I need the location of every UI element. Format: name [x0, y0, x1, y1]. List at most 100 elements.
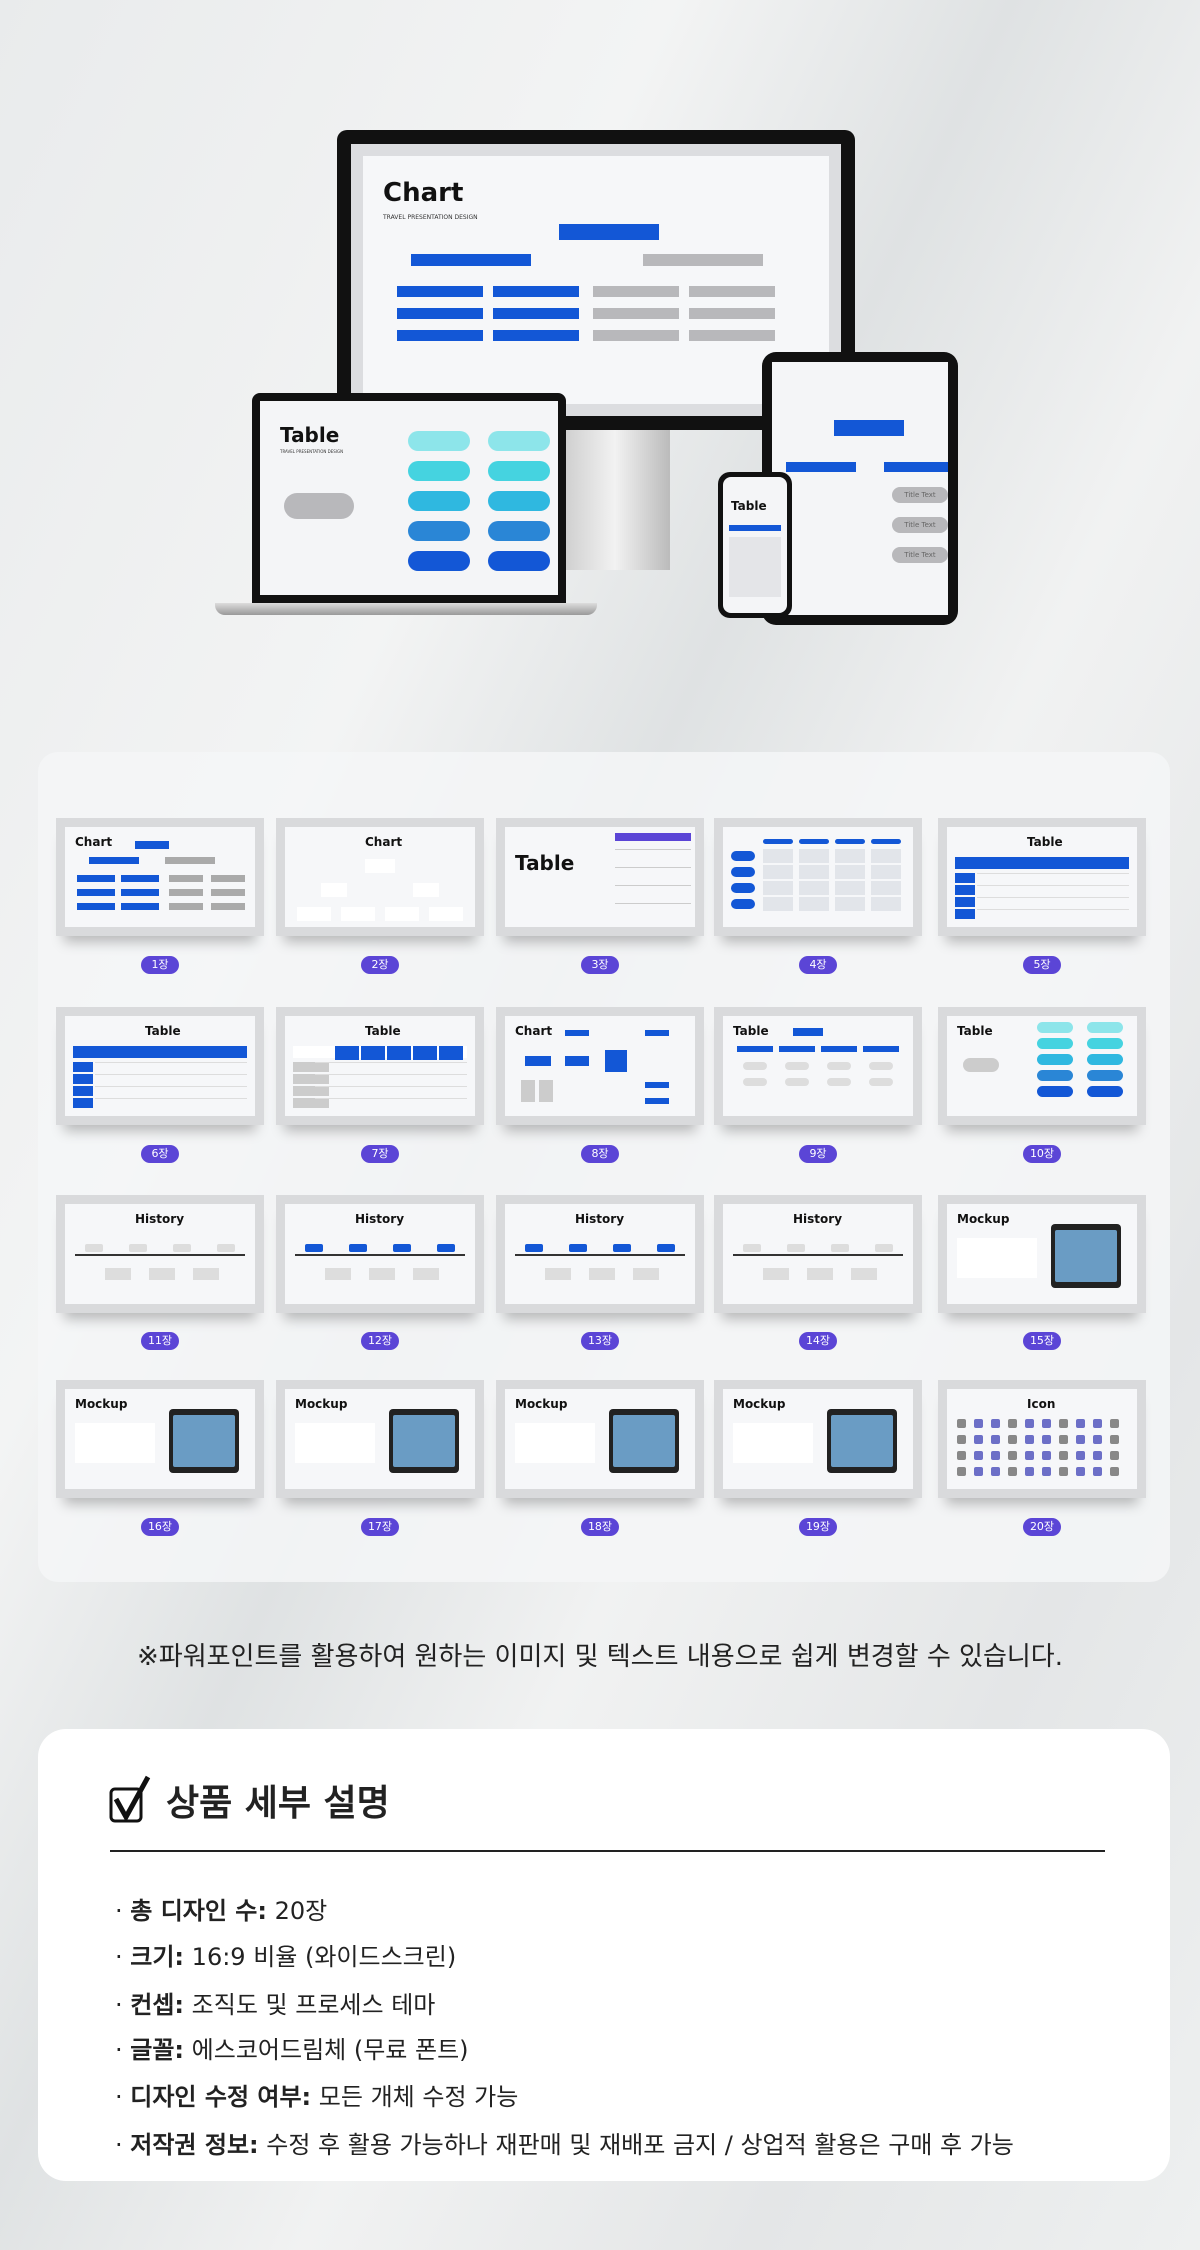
slide-thumbnail[interactable]: Mockup — [496, 1380, 704, 1498]
slide-shape — [1059, 1435, 1068, 1444]
slide-shape — [1037, 1070, 1073, 1081]
monitor-stand — [560, 430, 670, 570]
slide-thumbnail[interactable]: History — [56, 1195, 264, 1313]
slide-shape — [315, 1062, 467, 1063]
slide-number-badge: 15장 — [1023, 1332, 1061, 1350]
slide-shape — [875, 1244, 893, 1252]
slide-shape — [1110, 1451, 1119, 1460]
slide-shape — [835, 839, 865, 844]
slide-shape — [73, 1074, 93, 1084]
laptop-base — [215, 603, 597, 615]
bullet: · — [115, 1943, 131, 1971]
slide-thumbnail[interactable]: Chart — [56, 818, 264, 936]
slide-thumbnail[interactable]: Mockup — [56, 1380, 264, 1498]
detail-value: 모든 개체 수정 가능 — [318, 2083, 519, 2111]
slide-number-badge: 12장 — [361, 1332, 399, 1350]
slide-shape — [991, 1435, 1000, 1444]
slide-title: Icon — [1027, 1397, 1056, 1411]
slide-shape — [863, 1046, 899, 1052]
bullet: · — [115, 2083, 131, 2111]
slide-shape — [763, 1268, 789, 1280]
slide-shape — [963, 1058, 999, 1072]
slide-title: Table — [365, 1024, 401, 1038]
slide-thumbnail[interactable]: Table — [938, 1007, 1146, 1125]
slide-shape — [733, 1254, 903, 1256]
slide-thumbnail[interactable]: Mockup — [714, 1380, 922, 1498]
slide-thumbnail[interactable]: Table — [276, 1007, 484, 1125]
slide-shape — [1008, 1451, 1017, 1460]
slide-title: History — [135, 1212, 185, 1226]
slide-shape — [974, 1467, 983, 1476]
slide-title: Table — [515, 851, 575, 875]
slide-shape — [657, 1244, 675, 1252]
slide-shape — [315, 1098, 467, 1099]
slide-title: Table — [1027, 835, 1063, 849]
slide-thumbnail[interactable]: Table — [56, 1007, 264, 1125]
slide-thumbnail[interactable]: Mockup — [938, 1195, 1146, 1313]
slide-title: Table — [145, 1024, 181, 1038]
slide-shape — [1042, 1435, 1051, 1444]
slide-shape — [991, 1467, 1000, 1476]
detail-value: 에스코어드림체 (무료 폰트) — [191, 2036, 469, 2064]
slide-shape — [737, 1046, 773, 1052]
slide-title: Mockup — [295, 1397, 348, 1411]
slide-number-badge: 5장 — [1023, 956, 1061, 974]
tablet-label: Title Text — [892, 487, 948, 503]
slide-shape — [957, 1467, 966, 1476]
slide-shape — [974, 1451, 983, 1460]
slide-thumbnail[interactable]: Table — [496, 818, 704, 936]
slide-title: Table — [957, 1024, 993, 1038]
slide-shape — [613, 1415, 675, 1467]
slide-shape — [831, 1244, 849, 1252]
slide-thumbnail[interactable]: Mockup — [276, 1380, 484, 1498]
slide-shape — [871, 881, 901, 895]
slide-shape — [785, 1062, 809, 1070]
slide-shape — [211, 889, 245, 896]
slide-shape — [615, 885, 691, 886]
slide-number-badge: 4장 — [799, 956, 837, 974]
slide-shape — [743, 1078, 767, 1086]
slide-shape — [515, 1254, 685, 1256]
slide-title: Mockup — [515, 1397, 568, 1411]
slide-thumbnail[interactable]: History — [714, 1195, 922, 1313]
monitor-slide-subtitle: TRAVEL PRESENTATION DESIGN — [383, 214, 478, 221]
laptop-mockup: Table TRAVEL PRESENTATION DESIGN — [252, 393, 566, 603]
slide-thumbnail[interactable]: History — [496, 1195, 704, 1313]
slide-shape — [169, 889, 203, 896]
slide-shape — [1087, 1038, 1123, 1049]
slide-title: History — [575, 1212, 625, 1226]
slide-shape — [105, 1268, 131, 1280]
slide-thumbnail[interactable] — [714, 818, 922, 936]
phone-mockup: Table — [718, 472, 792, 618]
slide-shape — [763, 839, 793, 844]
slide-number-badge: 6장 — [141, 1145, 179, 1163]
slide-thumbnail[interactable]: History — [276, 1195, 484, 1313]
phone-slide-title: Table — [731, 499, 767, 513]
slide-shape — [325, 1268, 351, 1280]
slide-shape — [615, 903, 691, 904]
slide-thumbnail[interactable]: Icon — [938, 1380, 1146, 1498]
slide-thumbnail[interactable]: Chart — [496, 1007, 704, 1125]
monitor-slide-title: Chart — [383, 178, 464, 208]
slide-shape — [169, 903, 203, 910]
slide-thumbnail[interactable]: Table — [938, 818, 1146, 936]
slide-shape — [1042, 1467, 1051, 1476]
slide-title: Mockup — [957, 1212, 1010, 1226]
slide-shape — [645, 1098, 669, 1104]
slide-shape — [615, 849, 691, 850]
slide-shape — [1059, 1419, 1068, 1428]
slide-shape — [974, 1419, 983, 1428]
slide-shape — [73, 1098, 93, 1108]
slide-thumbnail[interactable]: Table — [714, 1007, 922, 1125]
slide-shape — [315, 1086, 467, 1087]
edit-caption: ※파워포인트를 활용하여 원하는 이미지 및 텍스트 내용으로 쉽게 변경할 수… — [137, 1642, 1063, 1672]
slide-shape — [991, 1419, 1000, 1428]
slide-number-badge: 20장 — [1023, 1518, 1061, 1536]
slide-shape — [955, 873, 975, 883]
slide-shape — [149, 1268, 175, 1280]
slide-shape — [763, 865, 793, 879]
slide-shape — [869, 1078, 893, 1086]
detail-value: 수정 후 활용 가능하나 재판매 및 재배포 금지 / 상업적 활용은 구매 후… — [266, 2131, 1014, 2159]
slide-shape — [977, 873, 1129, 874]
slide-thumbnail[interactable]: Chart — [276, 818, 484, 936]
